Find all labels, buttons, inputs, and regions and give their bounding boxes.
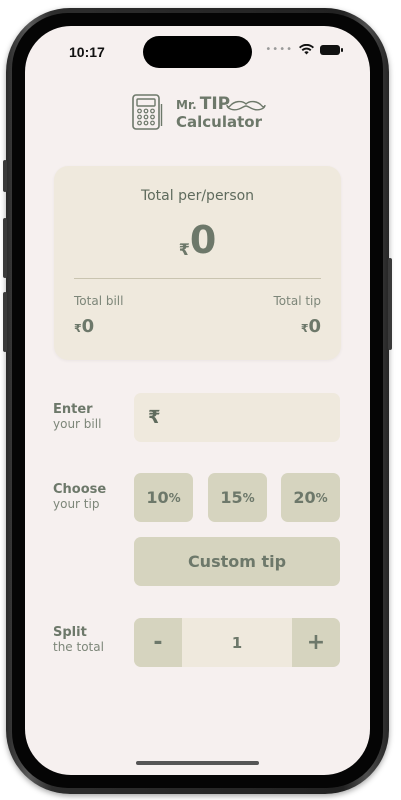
custom-tip-button[interactable]: Custom tip bbox=[134, 537, 340, 586]
calculator-icon bbox=[132, 94, 163, 130]
per-person-value: 0 bbox=[189, 218, 217, 262]
bill-row-label: Enter your bill bbox=[53, 402, 102, 432]
side-button-action bbox=[3, 160, 7, 192]
increment-button[interactable]: + bbox=[292, 618, 340, 667]
total-bill-label: Total bill bbox=[74, 294, 124, 308]
home-indicator[interactable] bbox=[136, 761, 259, 765]
per-person-title: Total per/person bbox=[140, 188, 255, 204]
mustache-icon bbox=[226, 100, 266, 111]
total-bill-amount: ₹0 bbox=[74, 316, 94, 337]
decrement-button[interactable]: - bbox=[134, 618, 182, 667]
logo-calculator: Calculator bbox=[176, 113, 262, 131]
side-button-volume-down bbox=[3, 292, 7, 352]
battery-icon bbox=[320, 44, 343, 55]
split-subtitle: the total bbox=[53, 640, 104, 654]
bill-title: Enter bbox=[53, 402, 93, 417]
split-count: 1 bbox=[231, 633, 243, 652]
tip-10-button[interactable]: 10% bbox=[134, 473, 193, 522]
total-tip-label: Total tip bbox=[273, 294, 322, 308]
app-logo: Mr. TIP Calculator bbox=[132, 94, 272, 136]
side-button-power bbox=[388, 258, 392, 350]
tip-row-label: Choose your tip bbox=[53, 482, 107, 512]
status-time: 10:17 bbox=[69, 44, 105, 60]
app-screen: 10:17 •••• Mr. TIP Calculator Total per/… bbox=[25, 26, 370, 775]
split-title: Split bbox=[53, 625, 87, 640]
rupee-icon: ₹ bbox=[74, 322, 82, 335]
status-indicators: •••• bbox=[265, 43, 343, 55]
bill-input[interactable]: ₹ bbox=[134, 393, 340, 442]
split-row-label: Split the total bbox=[53, 625, 104, 655]
logo-mr: Mr. bbox=[176, 98, 197, 112]
side-button-volume-up bbox=[3, 218, 7, 278]
total-tip-amount: ₹0 bbox=[301, 316, 321, 337]
tip-15-button[interactable]: 15% bbox=[208, 473, 267, 522]
per-person-amount: ₹0 bbox=[54, 218, 341, 262]
signal-icon: •••• bbox=[265, 43, 293, 55]
dynamic-island bbox=[143, 36, 252, 68]
rupee-icon: ₹ bbox=[148, 407, 161, 428]
total-tip-value: 0 bbox=[308, 316, 321, 337]
rupee-icon: ₹ bbox=[178, 240, 190, 259]
summary-divider bbox=[74, 278, 321, 279]
bill-subtitle: your bill bbox=[53, 417, 102, 431]
wifi-icon bbox=[299, 44, 314, 55]
summary-card: Total per/person ₹0 Total bill ₹0 Total … bbox=[54, 166, 341, 360]
tip-title: Choose bbox=[53, 482, 107, 497]
tip-20-button[interactable]: 20% bbox=[281, 473, 340, 522]
total-bill-value: 0 bbox=[81, 316, 95, 337]
tip-subtitle: your tip bbox=[53, 497, 100, 511]
split-stepper: - 1 + bbox=[134, 618, 340, 667]
